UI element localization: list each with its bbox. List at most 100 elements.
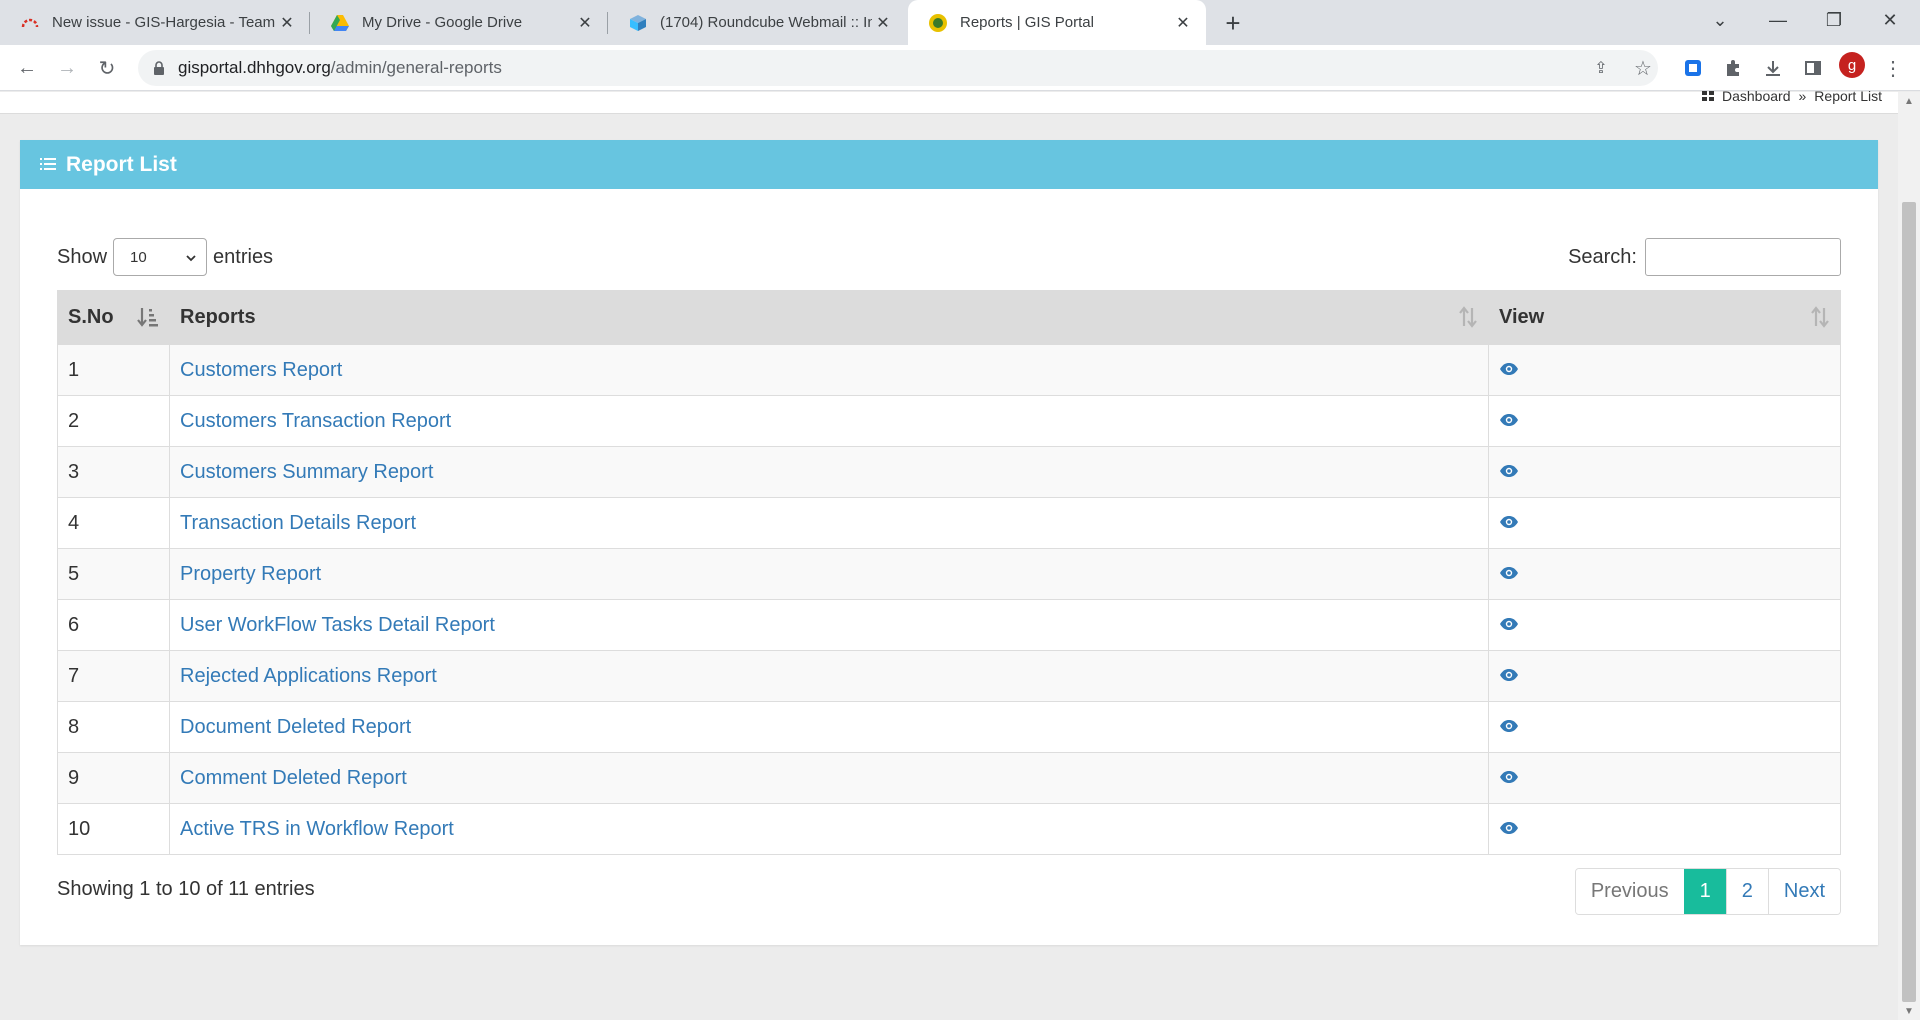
cell-sno: 1 [57,344,170,396]
search-label: Search: [1568,245,1637,268]
download-icon[interactable] [1758,53,1788,83]
tab-title: Reports | GIS Portal [960,14,1094,31]
table-row: 3 Customers Summary Report [57,446,1841,498]
gis-portal-logo-icon [929,13,947,32]
table-row: 10 Active TRS in Workflow Report [57,803,1841,855]
report-link[interactable]: Customers Report [180,359,342,381]
pagination: Previous 1 2 Next [1574,868,1841,915]
profile-avatar[interactable]: g [1839,52,1865,78]
report-link[interactable]: Property Report [180,563,321,585]
page-scrollbar[interactable]: ▲ ▼ [1898,92,1920,1020]
header-sno[interactable]: S.No [57,290,170,345]
extensions-puzzle-icon[interactable] [1718,53,1748,83]
minimize-button[interactable]: — [1750,0,1806,40]
browser-tab-strip: New issue - GIS-Hargesia - Team ✕ My Dri… [0,0,1920,45]
google-drive-icon [331,14,349,31]
tab-search-chevron-icon[interactable]: ⌄ [1692,0,1748,40]
cell-report: Transaction Details Report [169,497,1489,549]
page-length-control: Show 10 entries [57,238,273,276]
cell-report: Customers Report [169,344,1489,396]
cell-report: Comment Deleted Report [169,752,1489,804]
cell-sno: 9 [57,752,170,804]
url-text: gisportal.dhhgov.org/admin/general-repor… [178,58,502,78]
cell-view [1488,599,1841,651]
close-icon[interactable]: ✕ [1172,12,1194,34]
cell-report: User WorkFlow Tasks Detail Report [169,599,1489,651]
cell-sno: 3 [57,446,170,498]
page-length-select[interactable]: 10 [113,238,208,276]
tab-google-drive[interactable]: My Drive - Google Drive ✕ [310,0,608,45]
report-link[interactable]: Customers Transaction Report [180,410,451,432]
search-control: Search: [1568,238,1841,276]
tab-title: New issue - GIS-Hargesia - Team [52,14,276,31]
tab-title: (1704) Roundcube Webmail :: Inb [660,14,872,31]
eye-icon[interactable] [1499,767,1519,789]
scroll-down-arrow-icon[interactable]: ▼ [1904,1006,1914,1017]
breadcrumb-dashboard-link[interactable]: Dashboard [1722,88,1791,104]
tab-reports-gis-portal[interactable]: Reports | GIS Portal ✕ [908,0,1206,45]
report-link[interactable]: Rejected Applications Report [180,665,437,687]
search-input[interactable] [1645,238,1841,276]
header-reports-label: Reports [180,306,256,328]
tab-new-issue[interactable]: New issue - GIS-Hargesia - Team ✕ [0,0,310,45]
table-info: Showing 1 to 10 of 11 entries [57,878,315,900]
cell-sno: 7 [57,650,170,702]
menu-kebab-icon[interactable]: ⋮ [1878,53,1908,83]
close-icon[interactable]: ✕ [276,12,298,34]
eye-icon[interactable] [1499,665,1519,687]
pagination-page-2[interactable]: 2 [1725,869,1768,914]
table-row: 9 Comment Deleted Report [57,752,1841,804]
window-close-button[interactable]: ✕ [1862,0,1918,40]
page-top-bar [0,92,1898,114]
header-view[interactable]: View [1488,290,1841,345]
report-link[interactable]: Transaction Details Report [180,512,416,534]
eye-icon[interactable] [1499,716,1519,738]
table-header-row: S.No Reports View [57,290,1841,345]
breadcrumb: Dashboard » Report List [1702,88,1882,104]
cell-report: Customers Summary Report [169,446,1489,498]
eye-icon[interactable] [1499,818,1519,840]
reload-button[interactable]: ↻ [92,53,122,83]
report-link[interactable]: Document Deleted Report [180,716,411,738]
back-button[interactable]: ← [12,53,42,83]
share-icon[interactable]: ⇪ [1586,53,1616,83]
extension-shield-icon[interactable] [1678,53,1708,83]
new-tab-button[interactable]: + [1218,8,1248,38]
breadcrumb-current: Report List [1814,88,1882,104]
table-row: 2 Customers Transaction Report [57,395,1841,447]
eye-icon[interactable] [1499,512,1519,534]
pagination-page-1[interactable]: 1 [1683,869,1726,914]
report-link[interactable]: User WorkFlow Tasks Detail Report [180,614,495,636]
bookmark-star-icon[interactable]: ☆ [1628,53,1658,83]
maximize-button[interactable]: ❐ [1806,0,1862,40]
table-row: 4 Transaction Details Report [57,497,1841,549]
close-icon[interactable]: ✕ [872,12,894,34]
scrollbar-thumb[interactable] [1902,202,1916,1002]
eye-icon[interactable] [1499,614,1519,636]
cell-report: Customers Transaction Report [169,395,1489,447]
pagination-previous[interactable]: Previous [1575,869,1684,914]
eye-icon[interactable] [1499,410,1519,432]
header-view-label: View [1499,306,1545,328]
cell-sno: 8 [57,701,170,753]
forward-button[interactable]: → [52,53,82,83]
sort-icon [1810,306,1830,334]
report-link[interactable]: Active TRS in Workflow Report [180,818,454,840]
cell-sno: 4 [57,497,170,549]
address-bar[interactable]: gisportal.dhhgov.org/admin/general-repor… [138,50,1658,86]
side-panel-icon[interactable] [1798,53,1828,83]
report-link[interactable]: Comment Deleted Report [180,767,407,789]
header-reports[interactable]: Reports [169,290,1489,345]
close-icon[interactable]: ✕ [574,12,596,34]
cell-view [1488,395,1841,447]
eye-icon[interactable] [1499,461,1519,483]
tab-roundcube[interactable]: (1704) Roundcube Webmail :: Inb ✕ [608,0,906,45]
cell-report: Property Report [169,548,1489,600]
eye-icon[interactable] [1499,563,1519,585]
eye-icon[interactable] [1499,359,1519,381]
pagination-next[interactable]: Next [1767,869,1840,914]
report-link[interactable]: Customers Summary Report [180,461,433,483]
cell-view [1488,701,1841,753]
scroll-up-arrow-icon[interactable]: ▲ [1904,96,1914,107]
cell-view [1488,650,1841,702]
